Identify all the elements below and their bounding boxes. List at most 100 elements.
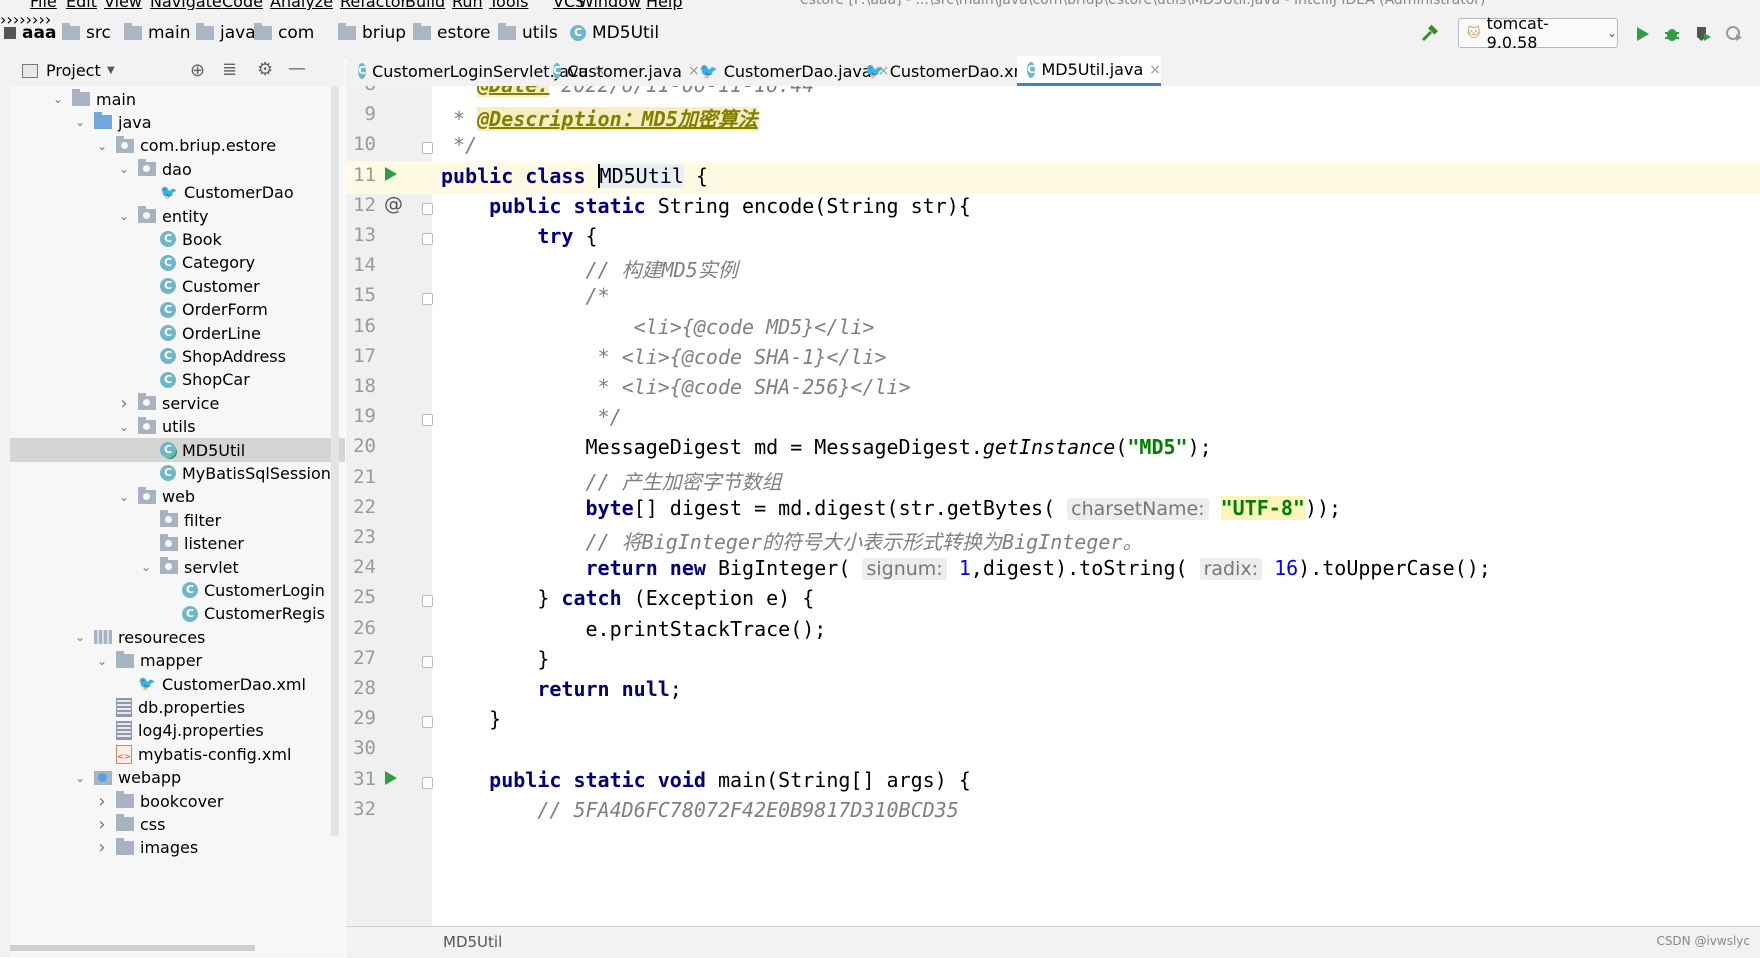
tree-item[interactable]: ⌄ mapper — [94, 648, 202, 674]
code-line[interactable]: e.printStackTrace(); — [441, 617, 826, 641]
tree-horizontal-scrollbar[interactable] — [10, 945, 255, 951]
code-line[interactable]: <li>{@code MD5}</li> — [441, 315, 875, 339]
code-line[interactable]: } catch (Exception e) { — [441, 586, 814, 610]
menu-item[interactable]: Refactor — [340, 0, 407, 10]
expanded-chevron-icon[interactable]: ⌄ — [138, 560, 154, 574]
breadcrumb-item[interactable]: com — [254, 20, 314, 46]
code-line[interactable]: return null; — [441, 677, 682, 701]
breadcrumb-item[interactable]: main — [124, 20, 190, 46]
project-panel-title[interactable]: Project — [46, 61, 101, 80]
breadcrumb-item[interactable]: utils — [498, 20, 558, 46]
expanded-chevron-icon[interactable]: ⌄ — [94, 139, 110, 153]
code-line[interactable]: MessageDigest md = MessageDigest.getInst… — [441, 435, 1211, 459]
annotation-gutter-icon[interactable]: @ — [384, 193, 403, 215]
run-with-coverage-icon[interactable] — [1693, 24, 1713, 44]
editor-tab[interactable]: C Customer.java × — [543, 56, 700, 86]
breadcrumb-item[interactable]: src — [62, 20, 111, 46]
tree-item[interactable]: › bookcover — [94, 788, 223, 814]
tree-item[interactable]: › service — [116, 390, 219, 416]
fold-marker-icon[interactable] — [422, 233, 433, 245]
tree-item[interactable]: ·log4j.properties — [94, 718, 264, 744]
tree-item[interactable]: ·listener — [138, 531, 244, 557]
code-line[interactable]: public static void main(String[] args) { — [441, 768, 971, 792]
code-line[interactable]: byte[] digest = md.digest(str.getBytes( … — [441, 495, 1341, 520]
tree-item[interactable]: ⌄ webapp — [72, 765, 181, 791]
code-line[interactable]: return new BigInteger( signum: 1,digest)… — [441, 556, 1491, 581]
editor-tab[interactable]: C CustomerLoginServlet.java × — [348, 56, 606, 86]
menu-item[interactable]: File — [30, 0, 57, 10]
tree-item[interactable]: ·CBook — [138, 226, 222, 252]
expanded-chevron-icon[interactable]: ⌄ — [116, 162, 132, 176]
tree-item[interactable]: ·🐦CustomerDao — [138, 180, 294, 206]
run-icon[interactable] — [1632, 24, 1652, 44]
code-line[interactable]: */ — [441, 133, 477, 157]
tree-item[interactable]: ·CShopCar — [138, 367, 250, 393]
structure-breadcrumb[interactable]: MD5Util — [443, 933, 502, 951]
tree-item[interactable]: ·🐦CustomerDao.xml — [116, 671, 306, 697]
menu-item[interactable]: Code — [222, 0, 263, 10]
expanded-chevron-icon[interactable]: ⌄ — [50, 92, 66, 106]
breadcrumb-item[interactable]: briup — [338, 20, 406, 46]
tree-item[interactable]: ⌄ java — [72, 109, 152, 135]
menu-item[interactable]: Window — [578, 0, 641, 10]
fold-marker-icon[interactable] — [422, 414, 433, 427]
tree-item[interactable]: ⌄ resoureces — [72, 624, 205, 650]
code-line[interactable]: * @Date: 2022/6/11-06-11-16:44 — [441, 86, 814, 97]
tree-item[interactable]: ·<>mybatis-config.xml — [94, 741, 291, 767]
tree-item[interactable]: ·filter — [138, 507, 221, 533]
tree-item[interactable]: ·COrderForm — [138, 297, 268, 323]
menu-item[interactable]: Build — [405, 0, 445, 10]
hide-panel-icon[interactable]: — — [288, 58, 306, 79]
editor-tab[interactable]: 🐦CustomerDao.xml× — [855, 56, 1051, 86]
tree-item[interactable]: ⌄ entity — [116, 203, 208, 229]
run-gutter-icon[interactable] — [384, 166, 398, 187]
expanded-chevron-icon[interactable]: ⌄ — [116, 420, 132, 434]
tree-item[interactable]: ⌄ dao — [116, 156, 192, 182]
collapsed-chevron-icon[interactable]: › — [94, 791, 110, 812]
fold-marker-icon[interactable] — [422, 776, 433, 789]
code-line[interactable]: } — [441, 647, 549, 671]
debug-icon[interactable] — [1662, 24, 1682, 44]
code-line[interactable]: * @Description：MD5加密算法 — [441, 103, 758, 132]
fold-marker-icon[interactable] — [422, 655, 433, 668]
run-configuration-select[interactable]: 🐱 tomcat-9.0.58 ⌄ — [1458, 14, 1618, 52]
menu-item[interactable]: Analyze — [270, 0, 333, 10]
editor-tab[interactable]: C MD5Util.java × — [1017, 56, 1161, 86]
fold-marker-icon[interactable] — [422, 716, 433, 729]
editor-tab[interactable]: 🐦 CustomerDao.java × — [689, 56, 889, 86]
tree-item[interactable]: ·CCategory — [138, 250, 255, 276]
code-line[interactable]: // 将BigInteger的符号大小表示形式转换为BigInteger。 — [441, 526, 1143, 555]
tree-item[interactable]: ⌄ web — [116, 484, 195, 510]
view-dropdown-icon[interactable]: ▼ — [107, 65, 115, 76]
collapsed-chevron-icon[interactable]: › — [94, 837, 110, 858]
expanded-chevron-icon[interactable]: ⌄ — [116, 490, 132, 504]
tree-item[interactable]: ·CMD5Util — [138, 437, 245, 463]
tree-item[interactable]: ·CShopAddress — [138, 343, 286, 369]
code-line[interactable]: public class MD5Util { — [441, 163, 708, 188]
fold-marker-icon[interactable] — [422, 595, 433, 608]
tree-item[interactable]: › css — [94, 811, 165, 837]
tree-item[interactable]: ·db.properties — [94, 694, 245, 720]
code-line[interactable]: } — [441, 707, 501, 731]
code-editor[interactable]: 8 * @Date: 2022/6/11-06-11-16:44 9 * @Des… — [346, 86, 1760, 926]
menu-item[interactable]: Help — [646, 0, 682, 10]
code-line[interactable]: * <li>{@code SHA-1}</li> — [441, 345, 887, 369]
code-line[interactable]: try { — [441, 224, 597, 248]
collapse-all-icon[interactable]: ≣ — [222, 59, 237, 80]
tree-item[interactable]: ⌄ main — [50, 86, 136, 112]
locate-file-icon[interactable]: ⊕ — [190, 60, 205, 81]
run-gutter-icon[interactable] — [384, 770, 398, 791]
menu-item[interactable]: Tools — [489, 0, 528, 10]
fold-marker-icon[interactable] — [422, 142, 433, 155]
breadcrumb-item[interactable]: aaa — [4, 20, 56, 46]
tree-item[interactable]: ⌄ utils — [116, 414, 196, 440]
code-line[interactable]: /* — [441, 284, 610, 308]
menu-item[interactable]: Run — [452, 0, 483, 10]
tree-scrollbar[interactable] — [331, 86, 339, 836]
code-line[interactable]: */ — [441, 405, 622, 429]
tree-item[interactable]: ·CMyBatisSqlSession — [138, 460, 331, 486]
tree-item[interactable]: ⌄ servlet — [138, 554, 239, 580]
collapsed-chevron-icon[interactable]: › — [94, 814, 110, 835]
menu-item[interactable]: Edit — [66, 0, 97, 10]
tree-item[interactable]: ·COrderLine — [138, 320, 261, 346]
